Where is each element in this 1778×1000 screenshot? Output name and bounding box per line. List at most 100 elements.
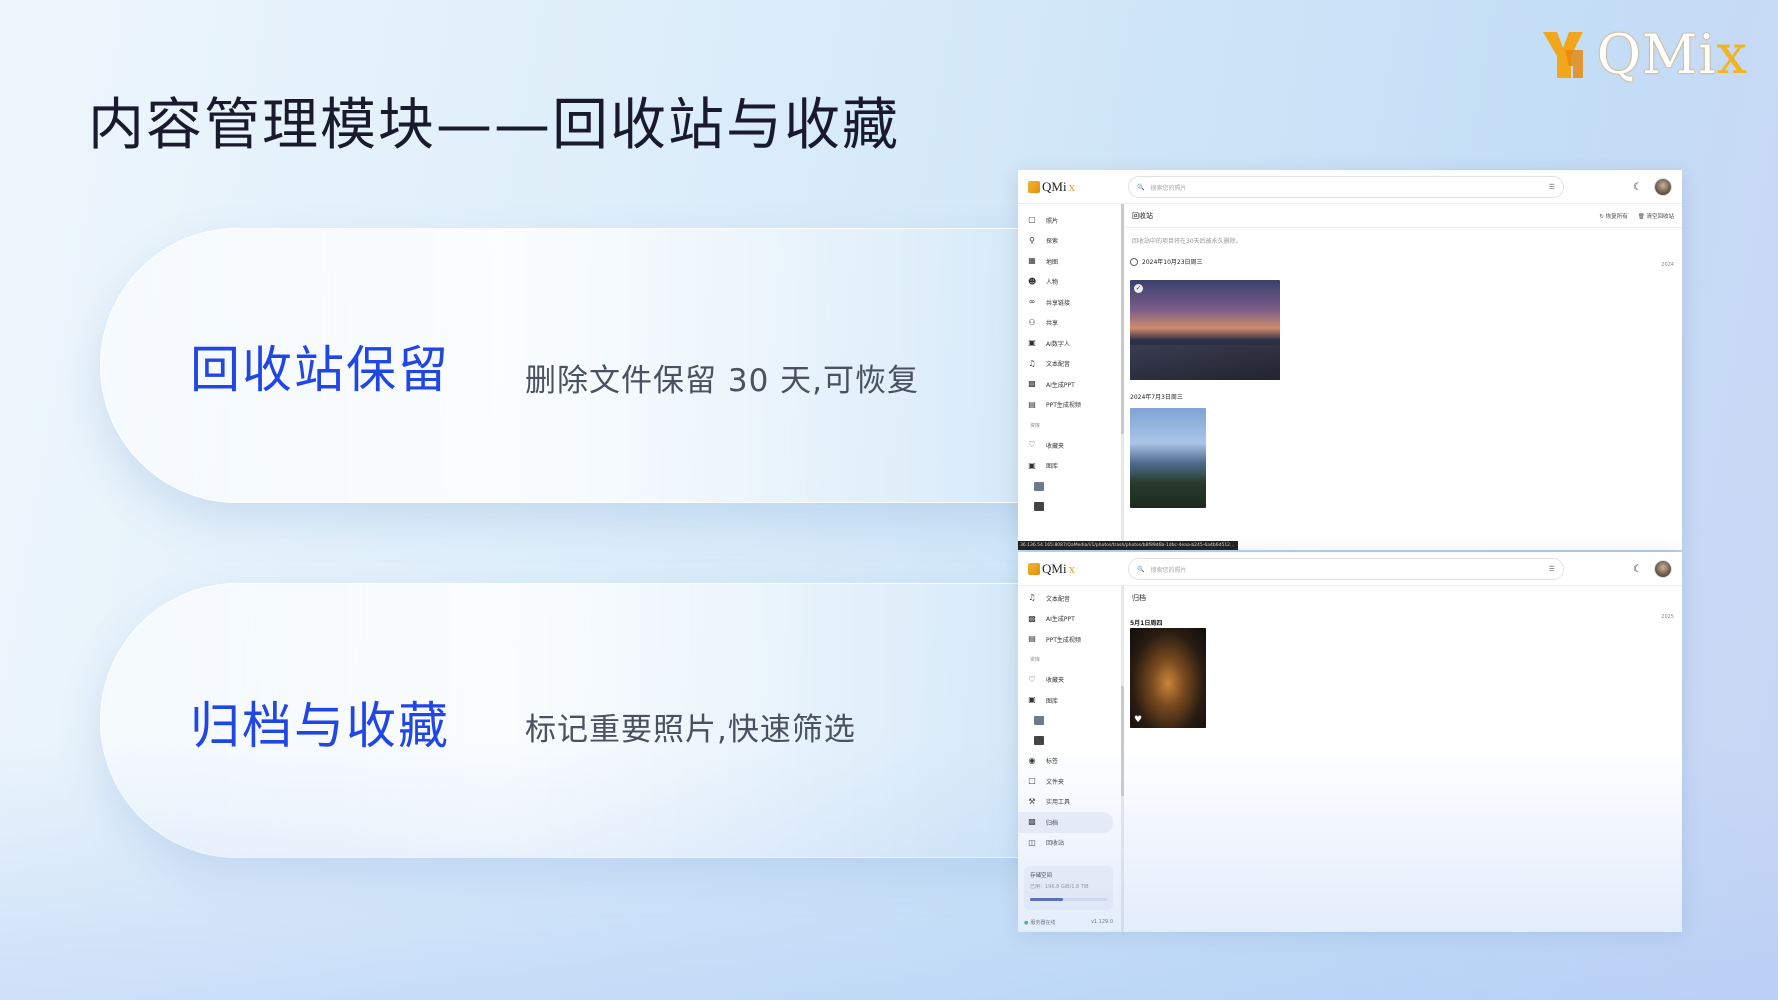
sidebar: ♫ 文本配音 ▩ AI生成PPT ▤ PPT生成视频 资库 ♡ 收藏夹 ▣ 图库 ◉ 标签 … [1018, 586, 1124, 932]
app-logo-icon [1028, 562, 1040, 575]
year-label: 2025 [1661, 614, 1674, 620]
page-title: 归档 [1132, 594, 1146, 602]
sidebar-item-archive[interactable]: ▩ 归档 [1018, 812, 1113, 833]
restore-all-button[interactable]: ↻ 恢复所有 [1599, 212, 1627, 220]
status-url: 36.136.54.165:8087/QaMedia/i/1/photos/tr… [1018, 541, 1238, 550]
online-dot-icon: ● [1024, 920, 1029, 926]
search-input[interactable]: 🔍 搜索您的照片 ☰ [1128, 558, 1564, 580]
heart-icon[interactable]: ♥ [1134, 715, 1142, 725]
photo-thumbnail[interactable]: ♥ [1130, 628, 1206, 728]
brand-logo: QMix [1539, 22, 1748, 86]
album-thumbnail[interactable] [1018, 496, 1121, 516]
app-logo-icon [1028, 180, 1040, 193]
album-thumbnail[interactable] [1018, 711, 1121, 731]
sidebar-item-map[interactable]: ▦ 地图 [1018, 251, 1121, 272]
storage-bar-fill [1030, 898, 1063, 901]
empty-trash-button[interactable]: 🗑 清空回收站 [1638, 212, 1674, 220]
sidebar-item-albums[interactable]: ▣ 图库 [1018, 690, 1121, 711]
app-topbar: QMi x 🔍 搜索您的照片 ☰ ☾ [1018, 170, 1682, 204]
search-icon: 🔍 [1137, 183, 1145, 191]
sidebar-group-label: 资库 [1030, 422, 1041, 429]
app-logo[interactable]: QMi x [1028, 561, 1124, 577]
trash-icon: ◫ [1028, 837, 1036, 847]
sidebar-item-photos[interactable]: ▢ 照片 [1018, 210, 1121, 231]
check-icon[interactable]: ✓ [1134, 284, 1143, 293]
sidebar-item-tags[interactable]: ◉ 标签 [1018, 751, 1121, 772]
sidebar-item-sharing[interactable]: ⚇ 共享 [1018, 313, 1121, 334]
folder-icon: □ [1028, 776, 1036, 786]
sidebar-item-trash[interactable]: ◫ 回收站 [1018, 833, 1121, 854]
document-icon: ▤ [1028, 634, 1036, 644]
link-icon: ∞ [1028, 297, 1036, 307]
date-group-header[interactable]: 2024年10月23日周三 [1124, 253, 1682, 270]
search-input[interactable]: 🔍 搜索您的照片 ☰ [1128, 176, 1564, 198]
year-label: 2024 [1661, 262, 1674, 268]
logo-word: QMix [1596, 22, 1748, 86]
archive-screenshot: QMi x 🔍 搜索您的照片 ☰ ☾ ♫ 文本配音 ▩ AI生成PPT ▤ PPT生成视… [1018, 552, 1682, 932]
server-status: ● 服务器在线 v1.129.0 [1024, 919, 1113, 926]
search-icon: ⚲ [1029, 235, 1035, 245]
filter-icon[interactable]: ☰ [1549, 183, 1555, 191]
album-thumbnail[interactable] [1018, 476, 1121, 496]
sidebar-item-shared-links[interactable]: ∞ 共享链接 [1018, 292, 1121, 313]
search-icon: 🔍 [1137, 565, 1145, 573]
feature-heading-trash: 回收站保留 [190, 341, 450, 399]
archive-icon: ▩ [1028, 817, 1036, 827]
sidebar-item-ppt-video[interactable]: ▤ PPT生成视频 [1018, 629, 1121, 650]
feature-heading-archive: 归档与收藏 [190, 697, 450, 755]
trash-main: 回收站 ↻ 恢复所有 🗑 清空回收站 回收站中的项目将在30天后被永久删除。 2… [1124, 204, 1682, 550]
heart-icon: ♡ [1028, 674, 1036, 684]
app-topbar: QMi x 🔍 搜索您的照片 ☰ ☾ [1018, 552, 1682, 586]
microphone-icon: ♫ [1028, 358, 1036, 368]
trash-screenshot: QMi x 🔍 搜索您的照片 ☰ ☾ ▢ 照片 ⚲ 探索 ▦ 地图 ☻ 人物 ∞ 共享链接 … [1018, 170, 1682, 550]
version-label: v1.129.0 [1090, 919, 1113, 925]
select-circle-icon[interactable] [1130, 257, 1138, 266]
feature-desc-archive: 标记重要照片,快速筛选 [525, 712, 856, 748]
document-icon: ▤ [1028, 399, 1036, 409]
photos-icon: ▢ [1028, 215, 1036, 225]
avatar[interactable] [1654, 560, 1672, 578]
sidebar-item-utilities[interactable]: ⚒ 实用工具 [1018, 792, 1121, 813]
sidebar-item-people[interactable]: ☻ 人物 [1018, 272, 1121, 293]
sidebar-item-ppt-video[interactable]: ▤ PPT生成视频 [1018, 395, 1121, 416]
dark-mode-icon[interactable]: ☾ [1633, 182, 1642, 193]
ppt-icon: ▩ [1028, 379, 1036, 389]
sidebar-item-folders[interactable]: □ 文件夹 [1018, 771, 1121, 792]
album-icon: ▣ [1028, 695, 1036, 705]
sidebar-item-ai-ppt[interactable]: ▩ AI生成PPT [1018, 374, 1121, 395]
dark-mode-icon[interactable]: ☾ [1633, 564, 1642, 575]
slide-title: 内容管理模块——回收站与收藏 [88, 93, 900, 158]
album-thumbnail[interactable] [1018, 731, 1121, 751]
sidebar-group-label: 资库 [1030, 657, 1041, 663]
page-title: 回收站 [1132, 211, 1153, 220]
photo-thumbnail[interactable] [1130, 408, 1206, 508]
date-group-header: 2024年7月3日周三 [1130, 394, 1183, 401]
avatar[interactable] [1654, 178, 1672, 196]
sidebar-item-dubbing[interactable]: ♫ 文本配音 [1018, 588, 1121, 609]
sidebar-item-explore[interactable]: ⚲ 探索 [1018, 231, 1121, 252]
logo-mark-icon [1542, 32, 1583, 78]
person-icon: ☻ [1028, 276, 1037, 286]
ppt-icon: ▩ [1028, 613, 1036, 623]
sidebar-item-favorites[interactable]: ♡ 收藏夹 [1018, 670, 1121, 691]
storage-used: 已用：196.8 GiB/1.8 TiB [1030, 884, 1089, 890]
storage-bar [1030, 898, 1107, 901]
feature-desc-trash: 删除文件保留 30 天,可恢复 [525, 363, 920, 399]
storage-panel: 存储空间 已用：196.8 GiB/1.8 TiB [1024, 866, 1113, 910]
app-logo[interactable]: QMi x [1028, 179, 1124, 195]
sidebar: ▢ 照片 ⚲ 探索 ▦ 地图 ☻ 人物 ∞ 共享链接 ⚇ 共享 ▣ AI数字人 ♫ 文本配音 ▩… [1018, 204, 1124, 550]
sidebar-item-albums[interactable]: ▣ 图库 [1018, 456, 1121, 477]
sidebar-item-dubbing[interactable]: ♫ 文本配音 [1018, 354, 1121, 375]
storage-title: 存储空间 [1030, 873, 1053, 879]
group-icon: ⚇ [1028, 317, 1036, 327]
archive-main: 归档 5月1日周四 2025 ♥ [1124, 586, 1682, 932]
ai-avatar-icon: ▣ [1028, 338, 1036, 348]
sidebar-item-ai-ppt[interactable]: ▩ AI生成PPT [1018, 609, 1121, 630]
trash-note: 回收站中的项目将在30天后被永久删除。 [1132, 238, 1242, 245]
photo-thumbnail[interactable]: ✓ [1130, 280, 1280, 380]
sidebar-item-favorites[interactable]: ♡ 收藏夹 [1018, 435, 1121, 456]
filter-icon[interactable]: ☰ [1549, 565, 1555, 573]
tag-icon: ◉ [1028, 755, 1036, 765]
microphone-icon: ♫ [1028, 593, 1036, 603]
sidebar-item-ai-avatar[interactable]: ▣ AI数字人 [1018, 333, 1121, 354]
